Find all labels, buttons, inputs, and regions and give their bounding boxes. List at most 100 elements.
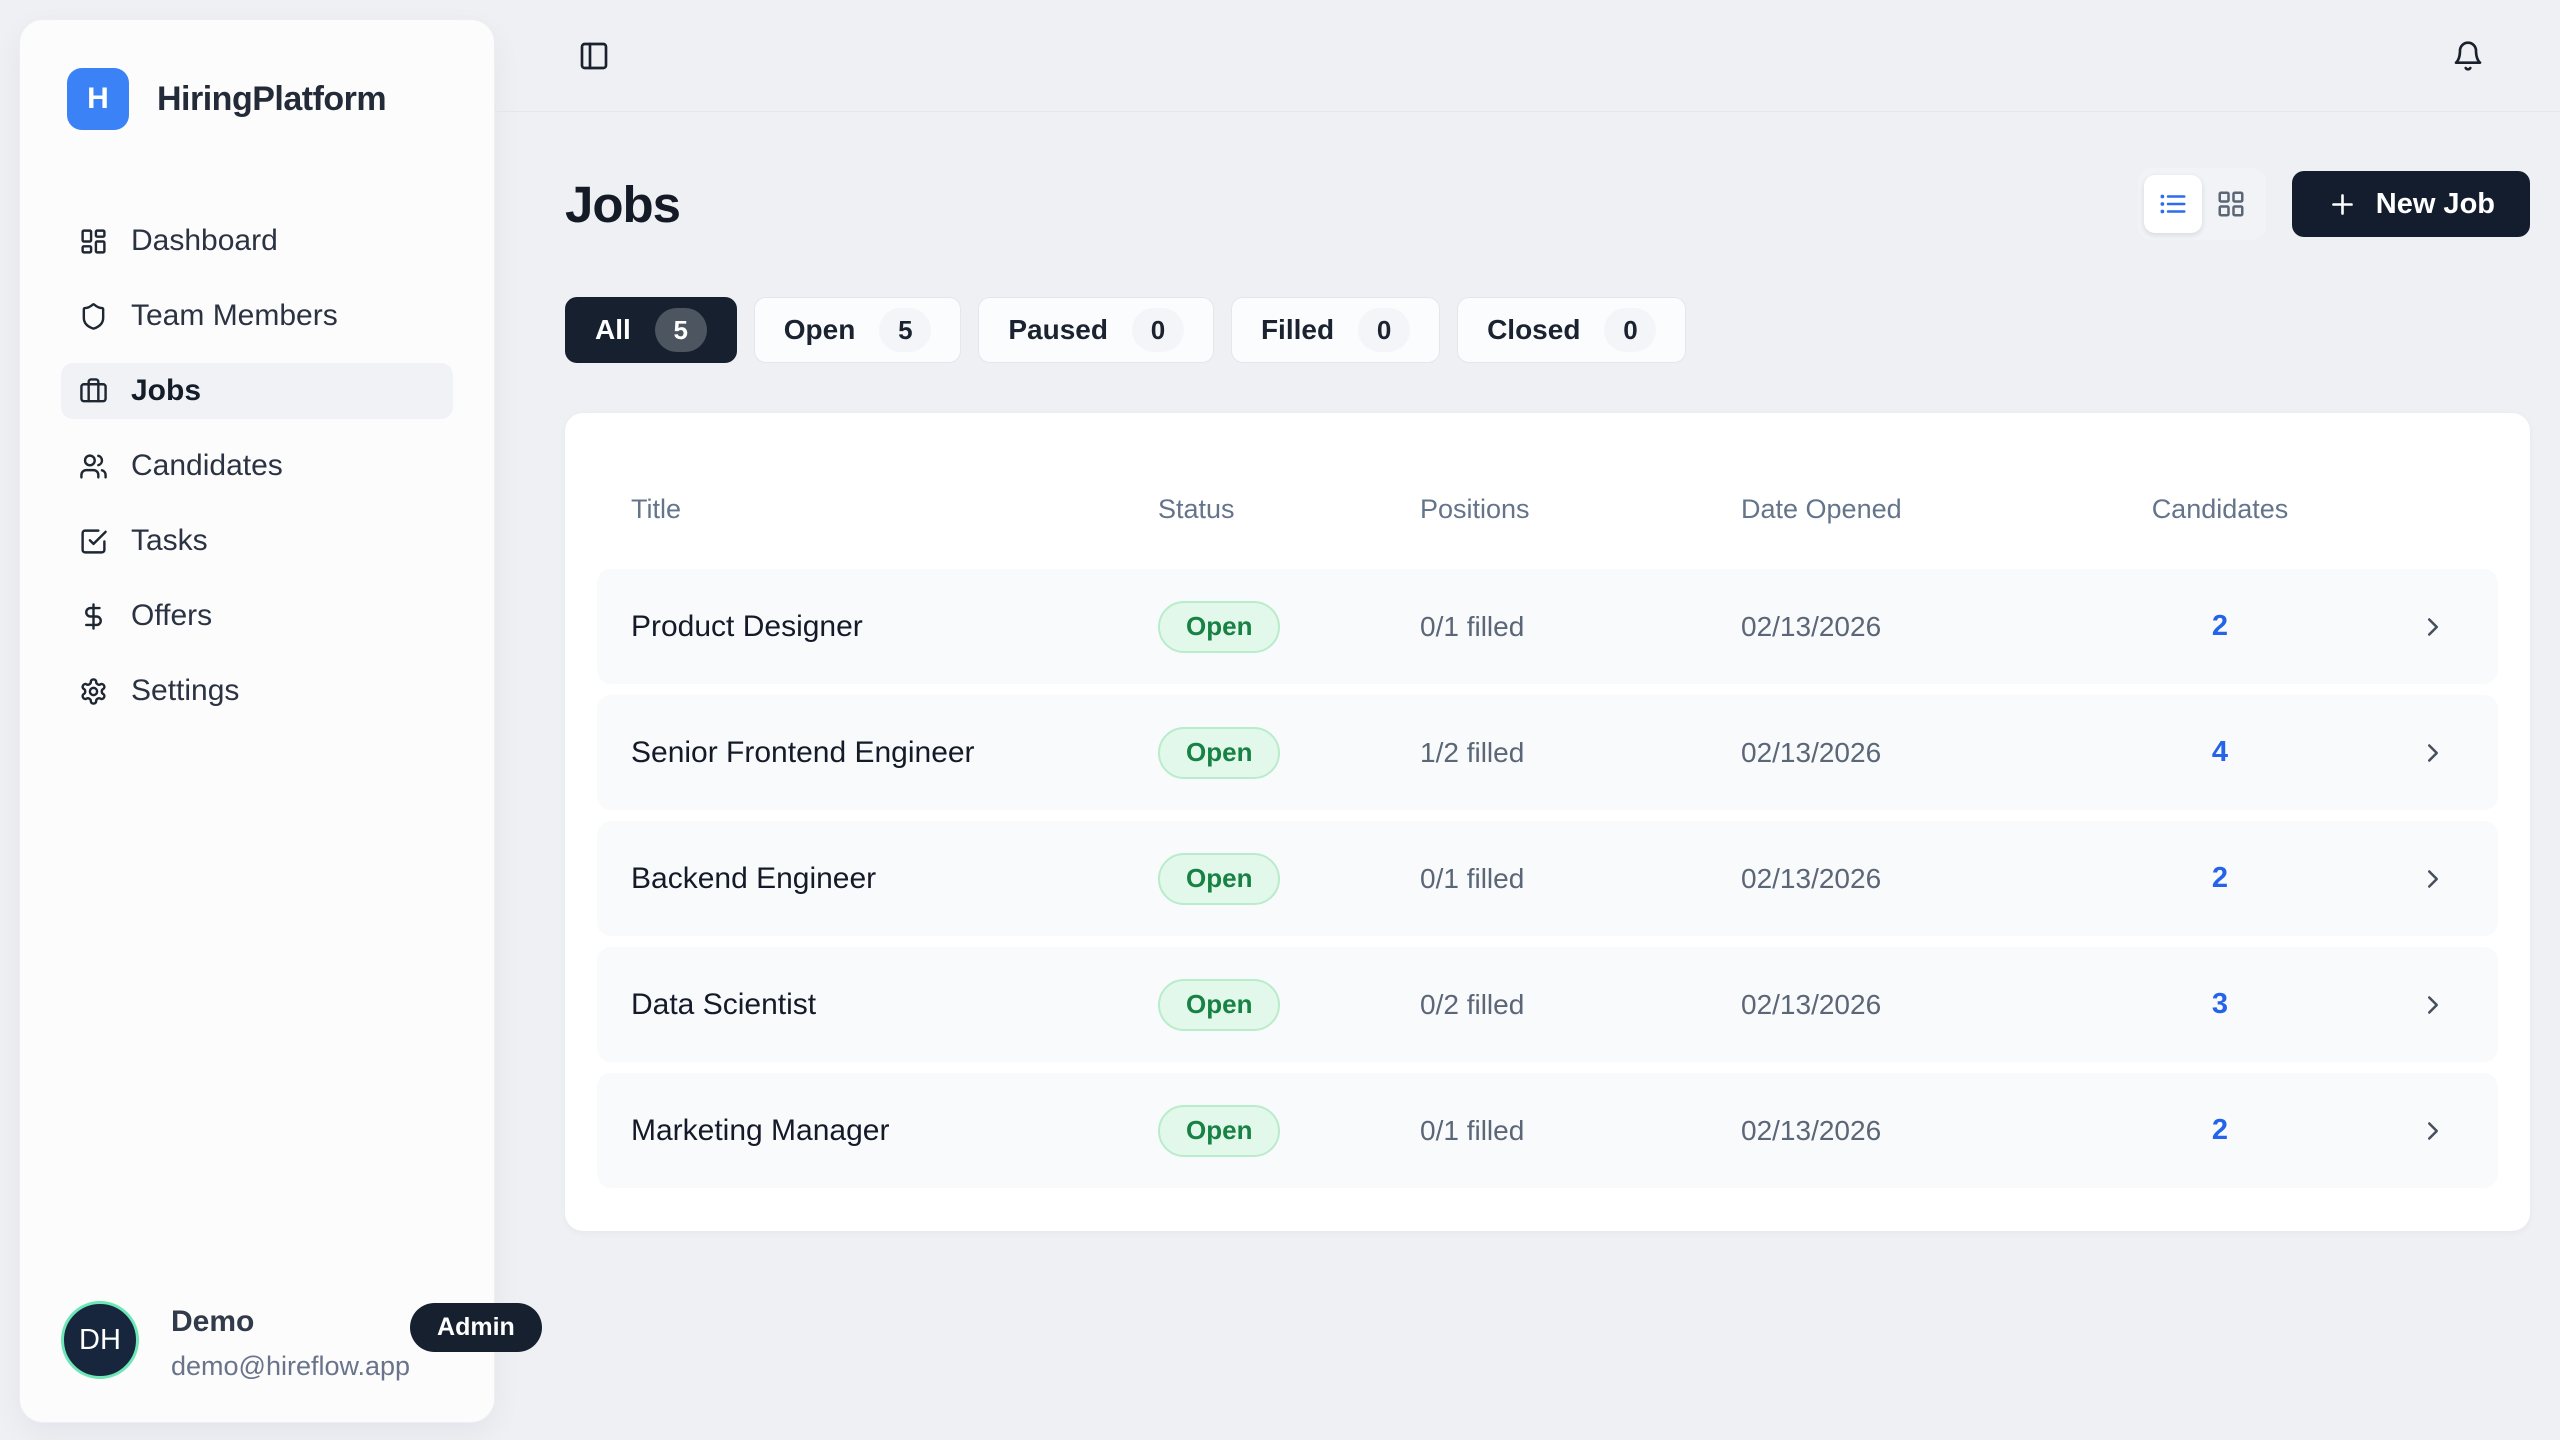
job-title: Product Designer [631,610,1158,644]
job-title: Senior Frontend Engineer [631,736,1158,770]
candidates-count[interactable]: 2 [2092,862,2348,895]
date-opened-cell: 02/13/2026 [1741,611,2092,643]
check-square-icon [79,527,108,556]
sidebar-item-candidates[interactable]: Candidates [61,438,453,494]
dollar-icon [79,602,108,631]
user-card[interactable]: DH Demo demo@hireflow.app Admin [61,1301,453,1382]
filter-label: Filled [1261,314,1334,346]
filter-count: 0 [1132,308,1184,352]
filter-tab-all[interactable]: All 5 [565,297,737,363]
positions-cell: 1/2 filled [1420,737,1741,769]
status-badge: Open [1158,853,1280,905]
column-header-positions: Positions [1420,494,1741,525]
shield-icon [79,302,108,331]
candidates-count[interactable]: 4 [2092,736,2348,769]
filter-tab-paused[interactable]: Paused 0 [978,297,1214,363]
sidebar-item-label: Tasks [131,524,208,558]
brand-logo-letter: H [87,82,109,116]
sidebar-item-label: Settings [131,674,239,708]
status-badge: Open [1158,1105,1280,1157]
brand-name: HiringPlatform [157,80,386,119]
chevron-right-icon[interactable] [2418,612,2448,642]
new-job-button[interactable]: New Job [2292,171,2530,237]
table-row[interactable]: Product Designer Open 0/1 filled 02/13/2… [597,569,2498,684]
sidebar-item-label: Dashboard [131,224,278,258]
filter-count: 5 [879,308,931,352]
status-badge: Open [1158,727,1280,779]
filter-tab-filled[interactable]: Filled 0 [1231,297,1440,363]
jobs-table-card: Title Status Positions Date Opened Candi… [565,413,2530,1231]
gear-icon [79,677,108,706]
date-opened-cell: 02/13/2026 [1741,737,2092,769]
filter-tab-closed[interactable]: Closed 0 [1457,297,1686,363]
table-row[interactable]: Marketing Manager Open 0/1 filled 02/13/… [597,1073,2498,1188]
brand-logo: H [67,68,129,130]
chevron-right-icon[interactable] [2418,738,2448,768]
dashboard-icon [79,227,108,256]
table-row[interactable]: Data Scientist Open 0/2 filled 02/13/202… [597,947,2498,1062]
column-header-title: Title [631,494,1158,525]
status-badge: Open [1158,979,1280,1031]
brand: H HiringPlatform [20,20,494,130]
status-badge: Open [1158,601,1280,653]
user-info: Demo demo@hireflow.app [171,1301,410,1382]
list-icon [2158,189,2188,219]
avatar-initials: DH [79,1324,121,1357]
positions-cell: 0/1 filled [1420,611,1741,643]
topbar [495,0,2560,112]
positions-cell: 0/2 filled [1420,989,1741,1021]
candidates-count[interactable]: 3 [2092,988,2348,1021]
date-opened-cell: 02/13/2026 [1741,1115,2092,1147]
sidebar-item-label: Offers [131,599,212,633]
avatar: DH [61,1301,139,1379]
filter-label: Paused [1008,314,1108,346]
sidebar-item-settings[interactable]: Settings [61,663,453,719]
column-header-status: Status [1158,494,1420,525]
page-header: Jobs New Job [565,154,2530,254]
positions-cell: 0/1 filled [1420,1115,1741,1147]
sidebar-item-offers[interactable]: Offers [61,588,453,644]
table-row[interactable]: Senior Frontend Engineer Open 1/2 filled… [597,695,2498,810]
list-view-button[interactable] [2144,175,2202,233]
sidebar-item-jobs[interactable]: Jobs [61,363,453,419]
date-opened-cell: 02/13/2026 [1741,863,2092,895]
candidates-count[interactable]: 2 [2092,1114,2348,1147]
candidates-count[interactable]: 2 [2092,610,2348,643]
filter-tabs: All 5 Open 5 Paused 0 Filled 0 Closed 0 [565,297,2530,363]
positions-cell: 0/1 filled [1420,863,1741,895]
filter-label: Open [784,314,856,346]
sidebar-item-tasks[interactable]: Tasks [61,513,453,569]
chevron-right-icon[interactable] [2418,864,2448,894]
chevron-right-icon[interactable] [2418,1116,2448,1146]
chevron-right-icon[interactable] [2418,990,2448,1020]
grid-view-button[interactable] [2202,175,2260,233]
sidebar: H HiringPlatform Dashboard Team Members … [19,19,495,1423]
sidebar-item-team-members[interactable]: Team Members [61,288,453,344]
user-name: Demo [171,1305,410,1339]
sidebar-item-dashboard[interactable]: Dashboard [61,213,453,269]
content: Jobs New Job All 5 [495,154,2560,1231]
sidebar-toggle-icon[interactable] [578,40,610,72]
table-row[interactable]: Backend Engineer Open 0/1 filled 02/13/2… [597,821,2498,936]
column-header-candidates: Candidates [2092,494,2348,525]
sidebar-nav: Dashboard Team Members Jobs Candidates T… [20,213,494,719]
filter-label: Closed [1487,314,1580,346]
header-controls: New Job [2138,168,2530,240]
bell-icon[interactable] [2452,40,2484,72]
table-header-row: Title Status Positions Date Opened Candi… [597,487,2498,531]
date-opened-cell: 02/13/2026 [1741,989,2092,1021]
grid-icon [2216,189,2246,219]
briefcase-icon [79,377,108,406]
plus-icon [2327,189,2358,220]
column-header-date-opened: Date Opened [1741,494,2092,525]
view-toggle [2138,168,2266,240]
sidebar-item-label: Candidates [131,449,283,483]
filter-tab-open[interactable]: Open 5 [754,297,962,363]
user-email: demo@hireflow.app [171,1351,410,1382]
filter-label: All [595,314,631,346]
filter-count: 0 [1604,308,1656,352]
job-title: Data Scientist [631,988,1158,1022]
main-area: Jobs New Job All 5 [495,0,2560,1440]
sidebar-item-label: Jobs [131,374,201,408]
new-job-label: New Job [2376,188,2495,221]
